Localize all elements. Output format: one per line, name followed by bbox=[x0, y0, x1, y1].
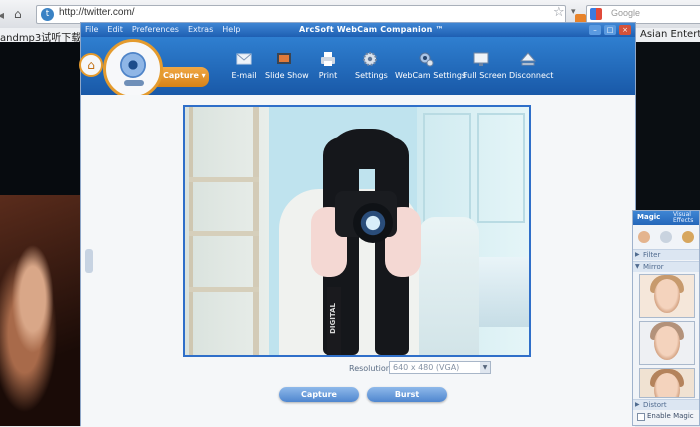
print-label: Print bbox=[318, 71, 338, 80]
monitor-icon bbox=[473, 52, 489, 66]
video-head bbox=[325, 129, 407, 169]
magic-effects-panel: Magic Visual Effects ▶ Filter ▼ Mirror ▶… bbox=[632, 210, 700, 426]
magic-panel-header: Magic Visual Effects bbox=[633, 211, 699, 225]
background-page bbox=[636, 42, 700, 212]
resolution-select[interactable]: 640 x 480 (VGA) ▼ bbox=[389, 361, 491, 374]
email-icon bbox=[236, 53, 252, 65]
mirror-thumbnail[interactable] bbox=[639, 321, 695, 365]
webcam-stand-icon bbox=[124, 80, 144, 86]
twitter-favicon-icon: t bbox=[41, 8, 54, 21]
video-shelf bbox=[189, 177, 259, 182]
url-text: http://twitter.com/ bbox=[59, 7, 135, 18]
eject-icon bbox=[520, 52, 536, 66]
mirror-thumbnail[interactable] bbox=[639, 274, 695, 318]
video-camera-lens bbox=[353, 203, 393, 243]
menu-preferences[interactable]: Preferences bbox=[132, 25, 179, 34]
capture-workarea: DIGITAL Resolution: 640 x 480 (VGA) ▼ Ca… bbox=[81, 95, 635, 427]
slide-show-icon bbox=[277, 53, 291, 64]
menu-help[interactable]: Help bbox=[222, 25, 240, 34]
frame-effect-icon[interactable] bbox=[660, 231, 672, 243]
chevron-down-icon[interactable]: ▼ bbox=[480, 362, 490, 373]
title-bar: File Edit Preferences Extras Help ArcSof… bbox=[81, 23, 635, 37]
menu-file[interactable]: File bbox=[85, 25, 98, 34]
mirror-section[interactable]: ▼ Mirror bbox=[633, 261, 699, 272]
magic-panel-subtitle: Visual Effects bbox=[673, 211, 694, 224]
settings-button[interactable]: Settings bbox=[355, 51, 388, 93]
menu-extras[interactable]: Extras bbox=[188, 25, 213, 34]
bookmark-star-icon[interactable]: ☆ bbox=[553, 5, 565, 20]
video-door-panel bbox=[477, 113, 525, 223]
back-icon[interactable]: ◂ bbox=[0, 8, 4, 22]
print-button[interactable]: Print bbox=[317, 51, 339, 93]
video-door-panel bbox=[423, 113, 471, 223]
filter-section-label: Filter bbox=[643, 251, 661, 259]
slide-show-label: Slide Show bbox=[265, 71, 309, 80]
settings-label: Settings bbox=[355, 71, 388, 80]
burst-button-label: Burst bbox=[394, 390, 420, 399]
background-portrait-image bbox=[0, 195, 82, 426]
email-button[interactable]: E-mail bbox=[231, 51, 257, 93]
print-icon bbox=[321, 52, 335, 66]
enable-magic-checkbox[interactable] bbox=[637, 413, 645, 421]
video-chair bbox=[419, 217, 479, 355]
home-button[interactable]: ⌂ bbox=[79, 53, 103, 77]
distort-section[interactable]: ▶ Distort bbox=[633, 399, 699, 410]
panel-toggle-handle[interactable] bbox=[85, 249, 93, 273]
webcam-settings-button[interactable]: WebCam Settings bbox=[395, 51, 467, 93]
url-dropdown-icon[interactable]: ▾ bbox=[571, 7, 576, 17]
main-toolbar: Capture ▾ ⌂ E-mail Slide Show Print Sett… bbox=[79, 37, 635, 99]
capture-mode-label: Capture ▾ bbox=[163, 71, 206, 80]
mirror-section-label: Mirror bbox=[643, 263, 664, 271]
resolution-label: Resolution: bbox=[349, 364, 394, 373]
video-shelf bbox=[189, 231, 259, 236]
maximize-button[interactable]: □ bbox=[604, 25, 616, 35]
capture-button[interactable]: Capture bbox=[279, 387, 359, 402]
burst-button[interactable]: Burst bbox=[367, 387, 447, 402]
chevron-right-icon: ▶ bbox=[635, 251, 640, 258]
webcam-settings-label: WebCam Settings bbox=[395, 71, 467, 80]
capture-mode-badge[interactable] bbox=[103, 39, 163, 99]
full-screen-button[interactable]: Full Screen bbox=[463, 51, 507, 93]
disconnect-button[interactable]: Disconnect bbox=[509, 51, 554, 93]
webcam-icon bbox=[120, 52, 146, 78]
home-icon[interactable]: ⌂ bbox=[14, 8, 28, 20]
enable-magic-label: Enable Magic bbox=[647, 412, 694, 420]
window-title: ArcSoft WebCam Companion ™ bbox=[299, 25, 444, 34]
thumbnail-face bbox=[654, 279, 680, 313]
filter-section[interactable]: ▶ Filter bbox=[633, 249, 699, 260]
webcam-gear-icon bbox=[419, 52, 434, 67]
search-placeholder: Google bbox=[611, 8, 641, 18]
resolution-value: 640 x 480 (VGA) bbox=[393, 363, 460, 372]
magic-panel-title: Magic bbox=[637, 213, 661, 221]
webcam-companion-window: File Edit Preferences Extras Help ArcSof… bbox=[79, 22, 636, 427]
wand-effect-icon[interactable] bbox=[682, 231, 694, 243]
live-video-preview: DIGITAL bbox=[183, 105, 531, 357]
menu-bar: File Edit Preferences Extras Help bbox=[85, 25, 241, 34]
disconnect-label: Disconnect bbox=[509, 71, 554, 80]
distort-section-label: Distort bbox=[643, 401, 667, 409]
slide-show-button[interactable]: Slide Show bbox=[265, 51, 309, 93]
email-label: E-mail bbox=[231, 71, 257, 80]
thumbnail-face bbox=[654, 326, 680, 360]
magic-tool-row bbox=[633, 227, 699, 247]
menu-edit[interactable]: Edit bbox=[107, 25, 123, 34]
bookmark-item[interactable]: Asian Entert... bbox=[640, 29, 700, 40]
mirror-thumbnail[interactable] bbox=[639, 368, 695, 398]
video-shelf bbox=[189, 287, 259, 292]
gear-icon bbox=[363, 52, 377, 66]
full-screen-label: Full Screen bbox=[463, 71, 507, 80]
video-strap-text: DIGITAL bbox=[329, 303, 337, 334]
search-engine-icon[interactable] bbox=[590, 8, 602, 20]
minimize-button[interactable]: – bbox=[589, 25, 601, 35]
close-button[interactable]: × bbox=[619, 25, 631, 35]
chevron-right-icon: ▶ bbox=[635, 401, 640, 408]
capture-button-label: Capture bbox=[301, 390, 337, 399]
face-effect-icon[interactable] bbox=[638, 231, 650, 243]
chevron-down-icon: ▼ bbox=[635, 263, 640, 270]
